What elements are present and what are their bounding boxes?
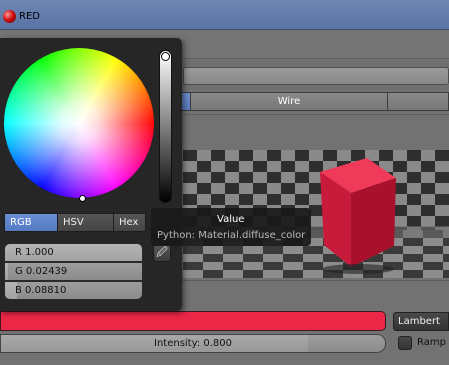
diffuse-color-swatch[interactable] bbox=[0, 311, 386, 331]
diffuse-shader-select[interactable]: Lambert bbox=[393, 312, 449, 331]
red-value: R 1.000 bbox=[15, 247, 54, 258]
tab-hex[interactable]: Hex bbox=[113, 213, 146, 232]
blue-field[interactable]: B 0.08810 bbox=[4, 281, 143, 300]
red-field[interactable]: R 1.000 bbox=[4, 243, 143, 262]
tooltip-title: Value bbox=[217, 214, 245, 225]
rgb-fields: R 1.000 G 0.02439 B 0.08810 bbox=[4, 243, 143, 300]
material-name: RED bbox=[19, 11, 40, 22]
ramp-checkbox[interactable] bbox=[398, 336, 412, 350]
eyedropper-icon[interactable]: 🖉 bbox=[153, 244, 171, 262]
green-fill bbox=[5, 263, 9, 280]
color-wheel[interactable] bbox=[4, 48, 154, 198]
tab-rgb[interactable]: RGB bbox=[4, 213, 58, 232]
material-type-tabs: Wire bbox=[180, 92, 449, 111]
tab-volume[interactable] bbox=[387, 92, 449, 111]
green-field[interactable]: G 0.02439 bbox=[4, 262, 143, 281]
value-slider-handle[interactable] bbox=[161, 52, 170, 61]
value-slider[interactable] bbox=[159, 50, 172, 203]
tooltip-python-path: Python: Material.diffuse_color bbox=[157, 230, 306, 241]
color-wheel-cursor[interactable] bbox=[79, 195, 86, 202]
green-value: G 0.02439 bbox=[15, 266, 68, 277]
material-name-field[interactable] bbox=[183, 67, 449, 85]
color-mode-tabs: RGB HSV Hex bbox=[4, 213, 146, 232]
tab-hsv[interactable]: HSV bbox=[57, 213, 114, 232]
ramp-label: Ramp bbox=[417, 337, 446, 348]
material-sphere-icon bbox=[3, 10, 16, 23]
intensity-label: Intensity: 0.800 bbox=[154, 338, 232, 349]
tooltip: Value Python: Material.diffuse_color bbox=[151, 208, 311, 246]
intensity-slider[interactable]: Intensity: 0.800 bbox=[0, 334, 386, 353]
blue-value: B 0.08810 bbox=[15, 285, 67, 296]
tab-wire[interactable]: Wire bbox=[190, 92, 388, 111]
material-header: RED bbox=[0, 0, 449, 30]
